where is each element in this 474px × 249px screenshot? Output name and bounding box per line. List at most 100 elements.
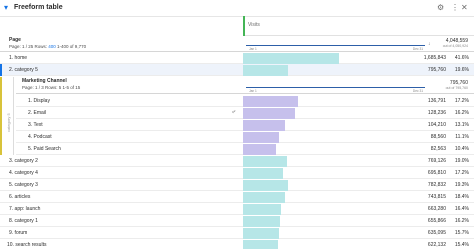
row-percent: 10.4% bbox=[454, 146, 469, 152]
breakdown-row[interactable]: 3. Text 104,210 13.1% bbox=[16, 119, 474, 131]
row-value: 88,560 bbox=[430, 134, 446, 140]
row-percent: 17.2% bbox=[454, 170, 469, 176]
row-value: 663,280 bbox=[427, 206, 446, 212]
table-row-selected[interactable]: 2. category 5 795,760 19.6% bbox=[0, 64, 474, 76]
sparkline: Jan 1 Dec 31 bbox=[246, 40, 425, 51]
row-value: 782,832 bbox=[427, 182, 446, 188]
row-label[interactable]: 4. category 4 bbox=[9, 170, 38, 176]
row-value: 82,563 bbox=[430, 146, 446, 152]
row-percent: 18.4% bbox=[454, 194, 469, 200]
sparkline-trend bbox=[246, 87, 425, 88]
breakdown-accent bbox=[0, 77, 2, 155]
pager-suffix: 1-400 of 9,770 bbox=[55, 44, 87, 49]
row-label[interactable]: 5. category 3 bbox=[9, 182, 38, 188]
metric-label: Visits bbox=[248, 22, 260, 28]
row-bar bbox=[243, 204, 281, 215]
table-row[interactable]: 6. articles 743,815 18.4% bbox=[0, 191, 474, 203]
row-percent: 16.4% bbox=[454, 206, 469, 212]
breakdown-icon[interactable]: ⤶ bbox=[232, 109, 235, 116]
sparkline-start: Jan 1 bbox=[249, 89, 257, 93]
column-total-sub: out of 4,050,924 bbox=[442, 44, 468, 48]
sparkline-end: Dec 31 bbox=[412, 47, 423, 51]
table-row[interactable]: 10. search results 622,132 15.4% bbox=[0, 239, 474, 249]
dimension-header-page: Page Page: 1 / 25 Rows: 400 1-400 of 9,7… bbox=[0, 36, 474, 52]
row-label[interactable]: 1. Display bbox=[28, 98, 50, 104]
row-percent: 16.2% bbox=[454, 218, 469, 224]
breakdown-row[interactable]: 2. Email 128,236 16.2% bbox=[16, 107, 474, 119]
row-bar bbox=[243, 228, 279, 239]
row-value: 795,760 bbox=[427, 67, 446, 73]
row-bar bbox=[243, 216, 280, 227]
row-value: 1,685,843 bbox=[423, 55, 446, 61]
row-bar bbox=[243, 53, 339, 64]
row-bar bbox=[243, 96, 298, 107]
row-label[interactable]: 10. search results bbox=[7, 242, 46, 248]
rows-per-page-select[interactable]: 400 bbox=[48, 44, 56, 49]
breakdown-side-label: category 5 bbox=[6, 113, 11, 132]
row-percent: 19.0% bbox=[454, 158, 469, 164]
row-percent: 11.1% bbox=[455, 134, 469, 140]
selection-accent bbox=[0, 64, 2, 76]
table-row[interactable]: 5. category 3 782,832 19.3% bbox=[0, 179, 474, 191]
row-percent: 16.2% bbox=[454, 110, 469, 116]
row-percent: 17.2% bbox=[454, 98, 469, 104]
table-row[interactable]: 3. category 2 769,126 19.0% bbox=[0, 155, 474, 167]
row-bar bbox=[243, 180, 288, 191]
row-label[interactable]: 4. Podcast bbox=[28, 134, 52, 140]
row-bar bbox=[243, 65, 288, 76]
row-label[interactable]: 2. Email bbox=[28, 110, 46, 116]
row-bar bbox=[243, 240, 278, 249]
table-row[interactable]: 8. category 1 655,866 16.2% bbox=[0, 215, 474, 227]
row-percent: 41.6% bbox=[454, 55, 469, 61]
table-row[interactable]: 7. app: launch 663,280 16.4% bbox=[0, 203, 474, 215]
row-value: 136,791 bbox=[427, 98, 446, 104]
panel-header: ▾ Freeform table ⚙ ⋮ ✕ bbox=[0, 0, 474, 17]
breakdown-header: Marketing Channel Page: 1 / 3 Rows: 5 1-… bbox=[16, 77, 474, 94]
table-row[interactable]: 9. forum 635,095 15.7% bbox=[0, 227, 474, 239]
row-value: 695,810 bbox=[427, 170, 446, 176]
breakdown-pager: Page: 1 / 3 Rows: 5 1-5 of 15 bbox=[22, 85, 81, 90]
metric-header-visits[interactable]: Visits bbox=[243, 16, 474, 36]
metric-accent bbox=[243, 16, 245, 36]
row-label[interactable]: 5. Paid Search bbox=[28, 146, 61, 152]
breakdown-row[interactable]: 1. Display 136,791 17.2% bbox=[16, 95, 474, 107]
row-bar bbox=[243, 132, 279, 143]
row-bar bbox=[243, 120, 285, 131]
chevron-down-icon[interactable]: ▾ bbox=[2, 4, 10, 12]
row-label[interactable]: 6. articles bbox=[9, 194, 30, 200]
row-bar bbox=[243, 144, 276, 155]
breakdown-row[interactable]: 5. Paid Search 82,563 10.4% bbox=[16, 143, 474, 155]
row-bar bbox=[243, 168, 283, 179]
table-row[interactable]: 4. category 4 695,810 17.2% bbox=[0, 167, 474, 179]
sparkline-start: Jan 1 bbox=[249, 47, 257, 51]
dimension-title[interactable]: Page bbox=[9, 37, 21, 43]
row-value: 622,132 bbox=[427, 242, 446, 248]
gear-icon[interactable]: ⚙ bbox=[437, 3, 444, 13]
sparkline-end: Dec 31 bbox=[412, 89, 423, 93]
row-value: 743,815 bbox=[427, 194, 446, 200]
sort-icon[interactable]: ↓ bbox=[428, 41, 431, 47]
breakdown-row[interactable]: 4. Podcast 88,560 11.1% bbox=[16, 131, 474, 143]
breakdown-title[interactable]: Marketing Channel bbox=[22, 78, 67, 84]
more-icon[interactable]: ⋮ bbox=[451, 3, 459, 13]
row-label[interactable]: 3. category 2 bbox=[9, 158, 38, 164]
row-label[interactable]: 1. home bbox=[9, 55, 27, 61]
row-value: 655,866 bbox=[427, 218, 446, 224]
row-percent: 13.1% bbox=[454, 122, 469, 128]
row-label[interactable]: 7. app: launch bbox=[9, 206, 40, 212]
row-percent: 15.7% bbox=[454, 230, 469, 236]
row-value: 635,095 bbox=[427, 230, 446, 236]
row-percent: 19.6% bbox=[454, 67, 469, 73]
row-bar bbox=[243, 108, 295, 119]
row-label[interactable]: 8. category 1 bbox=[9, 218, 38, 224]
breakdown-total-sub: out of 795,760 bbox=[445, 86, 468, 90]
row-value: 769,126 bbox=[427, 158, 446, 164]
table-row[interactable]: 1. home 1,685,843 41.6% bbox=[0, 52, 474, 64]
pager-prefix: Page: 1 / 25 Rows: bbox=[9, 44, 49, 49]
row-label[interactable]: 2. category 5 bbox=[9, 67, 38, 73]
row-label[interactable]: 3. Text bbox=[28, 122, 43, 128]
row-label[interactable]: 9. forum bbox=[9, 230, 27, 236]
close-icon[interactable]: ✕ bbox=[461, 3, 468, 13]
row-percent: 19.3% bbox=[454, 182, 469, 188]
sparkline-trend bbox=[246, 45, 425, 46]
